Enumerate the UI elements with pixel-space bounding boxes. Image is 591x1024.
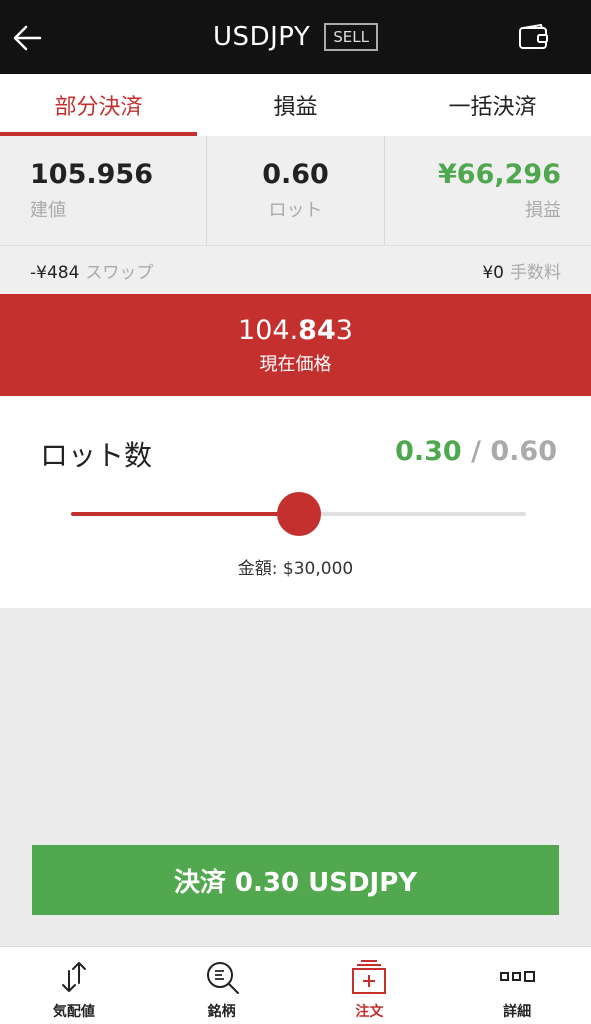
- wallet-icon[interactable]: [517, 22, 551, 52]
- entry-price-stat: 105.956 建値: [0, 136, 207, 245]
- nav-item-order[interactable]: 注文: [296, 947, 444, 1024]
- price-emphasis: 84: [298, 314, 336, 346]
- swap-label: スワップ: [85, 262, 154, 283]
- lot-slider[interactable]: [71, 492, 526, 536]
- nav-label-order: 注文: [355, 1004, 384, 1020]
- nav-item-details[interactable]: 詳細: [443, 947, 591, 1024]
- settle-button[interactable]: 決済 0.30 USDJPY: [32, 845, 559, 915]
- nav-item-quotes[interactable]: 気配値: [0, 947, 148, 1024]
- app-header: USDJPY SELL: [0, 0, 591, 74]
- price-suffix: 3: [335, 314, 353, 346]
- fee-value: ¥0: [482, 262, 504, 283]
- lot-separator: /: [471, 436, 481, 467]
- tab-bar: 部分決済 損益 一括決済: [0, 74, 591, 136]
- entry-price-label: 建値: [30, 200, 66, 221]
- lot-panel: ロット数 0.30 / 0.60 金額: $30,000: [0, 396, 591, 608]
- swap-fee-row: -¥484 スワップ ¥0 手数料: [0, 246, 591, 294]
- symbol-title: USDJPY: [213, 22, 311, 52]
- more-icon: [500, 971, 536, 982]
- pnl-label: 損益: [525, 200, 561, 221]
- amount-text: 金額: $30,000: [237, 559, 354, 579]
- lot-value: 0.60: [262, 159, 329, 190]
- current-price-banner: 104.843 現在価格: [0, 294, 591, 396]
- nav-item-symbols[interactable]: 銘柄: [148, 947, 296, 1024]
- quotes-icon: [61, 962, 86, 992]
- lot-max: 0.60: [490, 436, 557, 467]
- lot-slider-fill: [71, 512, 299, 516]
- symbol-search-icon: [206, 962, 239, 994]
- header-title-group: USDJPY SELL: [0, 0, 591, 74]
- lot-current: 0.30: [395, 436, 462, 467]
- price-prefix: 104.: [238, 314, 299, 346]
- tab-partial-settle[interactable]: 部分決済: [0, 74, 197, 136]
- order-icon: [352, 960, 387, 994]
- bottom-nav: 気配値 銘柄 注文 詳細: [0, 946, 591, 1024]
- fee-label: 手数料: [510, 262, 561, 283]
- nav-label-symbols: 銘柄: [207, 1004, 236, 1020]
- lot-label: ロット: [268, 200, 323, 221]
- pnl-value: ¥66,296: [438, 159, 561, 190]
- fee-info: ¥0 手数料: [482, 258, 561, 283]
- position-stats: 105.956 建値 0.60 ロット ¥66,296 損益: [0, 136, 591, 246]
- current-price-label: 現在価格: [259, 353, 332, 375]
- nav-label-details: 詳細: [503, 1004, 532, 1020]
- tab-bulk-settle[interactable]: 一括決済: [394, 74, 591, 136]
- swap-info: -¥484 スワップ: [30, 258, 153, 283]
- lot-quantity: 0.30 / 0.60: [395, 436, 557, 467]
- nav-label-quotes: 気配値: [52, 1004, 95, 1020]
- lot-stat: 0.60 ロット: [207, 136, 385, 245]
- pnl-stat: ¥66,296 損益: [385, 136, 591, 245]
- tab-pnl[interactable]: 損益: [197, 74, 394, 136]
- current-price-value: 104.843: [238, 315, 353, 346]
- side-badge: SELL: [324, 23, 378, 51]
- lot-slider-thumb[interactable]: [277, 492, 321, 536]
- entry-price-value: 105.956: [30, 159, 153, 190]
- swap-value: -¥484: [30, 262, 80, 283]
- lot-count-label: ロット数: [40, 439, 153, 472]
